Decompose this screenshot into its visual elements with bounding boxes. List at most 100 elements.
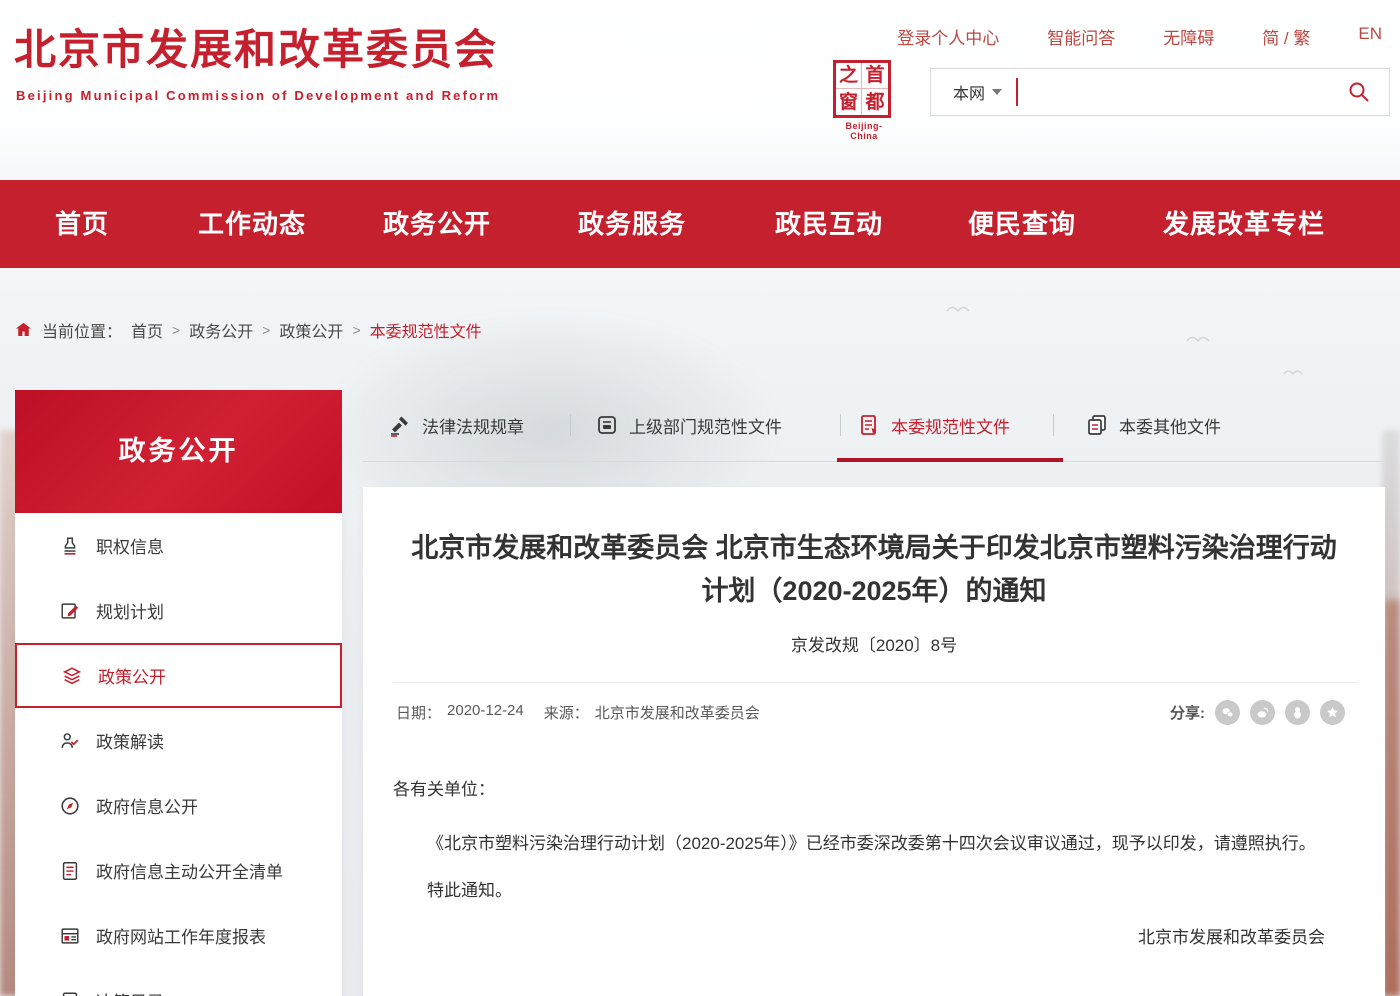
search-scope-label: 本网 <box>953 80 985 104</box>
layers-icon <box>61 665 83 687</box>
share-favorite-icon[interactable] <box>1320 700 1345 725</box>
breadcrumb-current: 本委规范性文件 <box>370 318 482 342</box>
quick-link-accessibility[interactable]: 无障碍 <box>1163 24 1214 49</box>
search-input[interactable] <box>1018 69 1347 115</box>
quick-link-english[interactable]: EN <box>1358 24 1382 49</box>
breadcrumb-label: 当前位置： <box>42 318 122 342</box>
source-label: 来源： <box>544 702 589 723</box>
sidebar-item-policy-disclosure[interactable]: 政策公开 <box>15 643 342 708</box>
sidebar: 政务公开 职权信息 规划计划 政策公开 政策解读 政府信息公开 <box>15 390 342 996</box>
sidebar-item-policy-interpretation[interactable]: 政策解读 <box>15 708 342 773</box>
chevron-down-icon <box>992 89 1002 95</box>
tab-commission-normative-docs[interactable]: 本委规范性文件 <box>857 408 1010 442</box>
salutation: 各有关单位： <box>393 775 1325 800</box>
tab-laws-regulations[interactable]: 法律法规规章 <box>388 408 524 442</box>
search-icon[interactable] <box>1347 80 1371 104</box>
sidebar-item-plans[interactable]: 规划计划 <box>15 578 342 643</box>
tab-divider <box>840 414 841 436</box>
sidebar-item-decision-catalog[interactable]: 决策目录 <box>15 968 342 996</box>
seal-characters: 之 首 窗 都 <box>833 60 891 118</box>
search-scope-dropdown[interactable]: 本网 <box>931 80 1002 104</box>
paragraph: 特此通知。 <box>393 876 1325 901</box>
breadcrumb-separator: > <box>262 322 270 338</box>
date-label: 日期： <box>396 702 441 723</box>
tab-commission-other-docs[interactable]: 本委其他文件 <box>1085 408 1221 442</box>
share-bar: 分享: <box>1170 700 1345 725</box>
nav-item-gov-disclosure[interactable]: 政务公开 <box>383 180 491 268</box>
bird-decoration-icon <box>945 302 971 314</box>
sidebar-item-authority-info[interactable]: 职权信息 <box>15 513 342 578</box>
seal-char: 都 <box>862 89 888 115</box>
sidebar-item-label: 职权信息 <box>96 533 164 558</box>
stamp-icon <box>59 535 81 557</box>
breadcrumb-item-home[interactable]: 首页 <box>131 318 163 342</box>
nav-item-convenience-query[interactable]: 便民查询 <box>968 180 1076 268</box>
active-tab-underline <box>837 458 1063 462</box>
tab-superior-normative-docs[interactable]: 上级部门规范性文件 <box>595 408 782 442</box>
sidebar-item-proactive-disclosure-list[interactable]: 政府信息主动公开全清单 <box>15 838 342 903</box>
share-qq-icon[interactable] <box>1285 700 1310 725</box>
home-icon[interactable] <box>14 321 33 339</box>
breadcrumb-item-gov-disclosure[interactable]: 政务公开 <box>189 318 253 342</box>
copy-doc-icon <box>1085 413 1109 437</box>
sidebar-item-label: 政府网站工作年度报表 <box>96 923 266 948</box>
breadcrumb-separator: > <box>172 322 180 338</box>
source-value: 北京市发展和改革委员会 <box>595 702 760 723</box>
quick-link-login[interactable]: 登录个人中心 <box>897 24 999 49</box>
tab-label: 法律法规规章 <box>422 413 524 438</box>
seal-char: 首 <box>862 63 888 89</box>
quick-links: 登录个人中心 智能问答 无障碍 简 / 繁 EN <box>897 24 1382 49</box>
doc-lines-icon <box>857 413 881 437</box>
main-nav: 首页 工作动态 政务公开 政务服务 政民互动 便民查询 发展改革专栏 <box>0 180 1400 268</box>
quick-link-smart-qa[interactable]: 智能问答 <box>1047 24 1115 49</box>
inbox-doc-icon <box>595 413 619 437</box>
sidebar-title: 政务公开 <box>15 390 342 513</box>
report-table-icon <box>59 925 81 947</box>
sidebar-item-label: 政府信息公开 <box>96 793 198 818</box>
site-subtitle: Beijing Municipal Commission of Developm… <box>16 88 500 103</box>
article-card: 北京市发展和改革委员会 北京市生态环境局关于印发北京市塑料污染治理行动计划（20… <box>363 487 1385 996</box>
seal-char: 窗 <box>836 89 862 115</box>
signature: 北京市发展和改革委员会 <box>393 923 1325 948</box>
sidebar-item-gov-info-disclosure[interactable]: 政府信息公开 <box>15 773 342 838</box>
share-weibo-icon[interactable] <box>1250 700 1275 725</box>
capital-window-seal-logo[interactable]: 之 首 窗 都 Beijing-China <box>833 60 895 141</box>
article-meta: 日期： 2020-12-24 来源： 北京市发展和改革委员会 分享: <box>363 700 1385 725</box>
date-value: 2020-12-24 <box>447 702 524 723</box>
tab-label: 本委其他文件 <box>1119 413 1221 438</box>
edit-doc-icon <box>59 600 81 622</box>
nav-item-public-interaction[interactable]: 政民互动 <box>775 180 883 268</box>
sidebar-item-label: 决策目录 <box>96 988 164 996</box>
nav-item-reform-column[interactable]: 发展改革专栏 <box>1163 180 1325 268</box>
page: 北京市发展和改革委员会 Beijing Municipal Commission… <box>0 0 1400 996</box>
tab-label: 本委规范性文件 <box>891 413 1010 438</box>
quick-link-simplified-traditional[interactable]: 简 / 繁 <box>1262 24 1310 49</box>
bird-decoration-icon <box>1282 366 1304 376</box>
gavel-icon <box>388 413 412 437</box>
sidebar-menu: 职权信息 规划计划 政策公开 政策解读 政府信息公开 政府信息主动公开全清单 <box>15 513 342 996</box>
paragraph: 《北京市塑料污染治理行动计划（2020-2025年）》已经市委深改委第十四次会议… <box>393 828 1325 860</box>
tab-divider <box>570 414 571 436</box>
breadcrumb-item-policy-disclosure[interactable]: 政策公开 <box>279 318 343 342</box>
seal-char: 之 <box>836 63 862 89</box>
sidebar-item-label: 政策解读 <box>96 728 164 753</box>
sidebar-item-label: 规划计划 <box>96 598 164 623</box>
nav-item-work-updates[interactable]: 工作动态 <box>198 180 306 268</box>
sidebar-item-label: 政府信息主动公开全清单 <box>96 858 283 883</box>
tab-divider <box>1053 414 1054 436</box>
seal-caption: Beijing-China <box>833 121 895 141</box>
bird-decoration-icon <box>1185 332 1211 344</box>
person-check-icon <box>59 730 81 752</box>
document-number: 京发改规〔2020〕8号 <box>363 631 1385 656</box>
sidebar-item-website-annual-report[interactable]: 政府网站工作年度报表 <box>15 903 342 968</box>
nav-item-home[interactable]: 首页 <box>55 180 109 268</box>
article-title: 北京市发展和改革委员会 北京市生态环境局关于印发北京市塑料污染治理行动计划（20… <box>399 527 1349 613</box>
compass-icon <box>59 795 81 817</box>
breadcrumb-separator: > <box>352 322 360 338</box>
nav-item-gov-services[interactable]: 政务服务 <box>578 180 686 268</box>
meta-divider <box>393 682 1357 683</box>
site-header: 北京市发展和改革委员会 Beijing Municipal Commission… <box>0 0 1400 180</box>
share-wechat-icon[interactable] <box>1215 700 1240 725</box>
site-title: 北京市发展和改革委员会 <box>14 16 498 77</box>
article-body: 各有关单位： 《北京市塑料污染治理行动计划（2020-2025年）》已经市委深改… <box>363 775 1385 948</box>
